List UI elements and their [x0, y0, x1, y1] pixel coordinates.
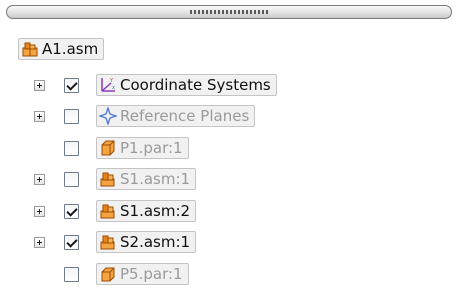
reference-plane-icon: [99, 107, 117, 125]
tree-node-p5-par-1[interactable]: P5.par:1: [96, 263, 189, 285]
expand-toggle[interactable]: [34, 111, 45, 122]
tree-root-row[interactable]: A1.asm: [0, 37, 458, 63]
visibility-checkbox[interactable]: [64, 267, 79, 282]
tree-node-reference-planes[interactable]: Reference Planes: [96, 105, 256, 127]
part-icon: [99, 139, 117, 157]
tree-row-p1-par-1[interactable]: P1.par:1: [0, 136, 458, 162]
tree-row-s2-asm-1[interactable]: S2.asm:1: [0, 230, 458, 256]
visibility-checkbox[interactable]: [64, 78, 79, 93]
tree-root-label: A1.asm: [42, 40, 99, 58]
tree-node-p1-par-1[interactable]: P1.par:1: [96, 137, 189, 159]
subassembly-icon: [99, 233, 117, 251]
tree-row-coordinate-systems[interactable]: Y x Coordinate Systems: [0, 73, 458, 99]
part-icon: [99, 265, 117, 283]
tree-root-node[interactable]: A1.asm: [18, 38, 105, 60]
tree-node-s2-asm-1[interactable]: S2.asm:1: [96, 231, 197, 253]
tree-node-label: S1.asm:2: [120, 202, 191, 220]
tree-node-coordinate-systems[interactable]: Y x Coordinate Systems: [96, 74, 277, 96]
visibility-checkbox[interactable]: [64, 141, 79, 156]
tree-node-s1-asm-2[interactable]: S1.asm:2: [96, 200, 197, 222]
subassembly-icon: [99, 170, 117, 188]
tree-row-p5-par-1[interactable]: P5.par:1: [0, 262, 458, 288]
tree-node-label: P5.par:1: [120, 265, 183, 283]
tree-node-s1-asm-1[interactable]: S1.asm:1: [96, 168, 197, 190]
tree-node-label: Reference Planes: [120, 107, 250, 125]
expand-toggle[interactable]: [34, 174, 45, 185]
visibility-checkbox[interactable]: [64, 204, 79, 219]
tree-row-reference-planes[interactable]: Reference Planes: [0, 104, 458, 130]
tree-node-label: Coordinate Systems: [120, 76, 271, 94]
tree-node-label: S1.asm:1: [120, 170, 191, 188]
svg-text:Y: Y: [109, 78, 114, 84]
expand-toggle[interactable]: [34, 80, 45, 91]
expand-toggle[interactable]: [34, 206, 45, 217]
svg-text:x: x: [112, 85, 115, 91]
expand-toggle[interactable]: [34, 237, 45, 248]
tree-node-label: S2.asm:1: [120, 233, 191, 251]
tree-row-s1-asm-1[interactable]: S1.asm:1: [0, 167, 458, 193]
assembly-icon: [21, 40, 39, 58]
tree-row-s1-asm-2[interactable]: S1.asm:2: [0, 199, 458, 225]
grip-dots: [190, 10, 268, 14]
visibility-checkbox[interactable]: [64, 172, 79, 187]
coordinate-system-icon: Y x: [99, 76, 117, 94]
subassembly-icon: [99, 202, 117, 220]
visibility-checkbox[interactable]: [64, 109, 79, 124]
tree-node-label: P1.par:1: [120, 139, 183, 157]
panel-resize-grip[interactable]: [6, 5, 452, 19]
visibility-checkbox[interactable]: [64, 235, 79, 250]
